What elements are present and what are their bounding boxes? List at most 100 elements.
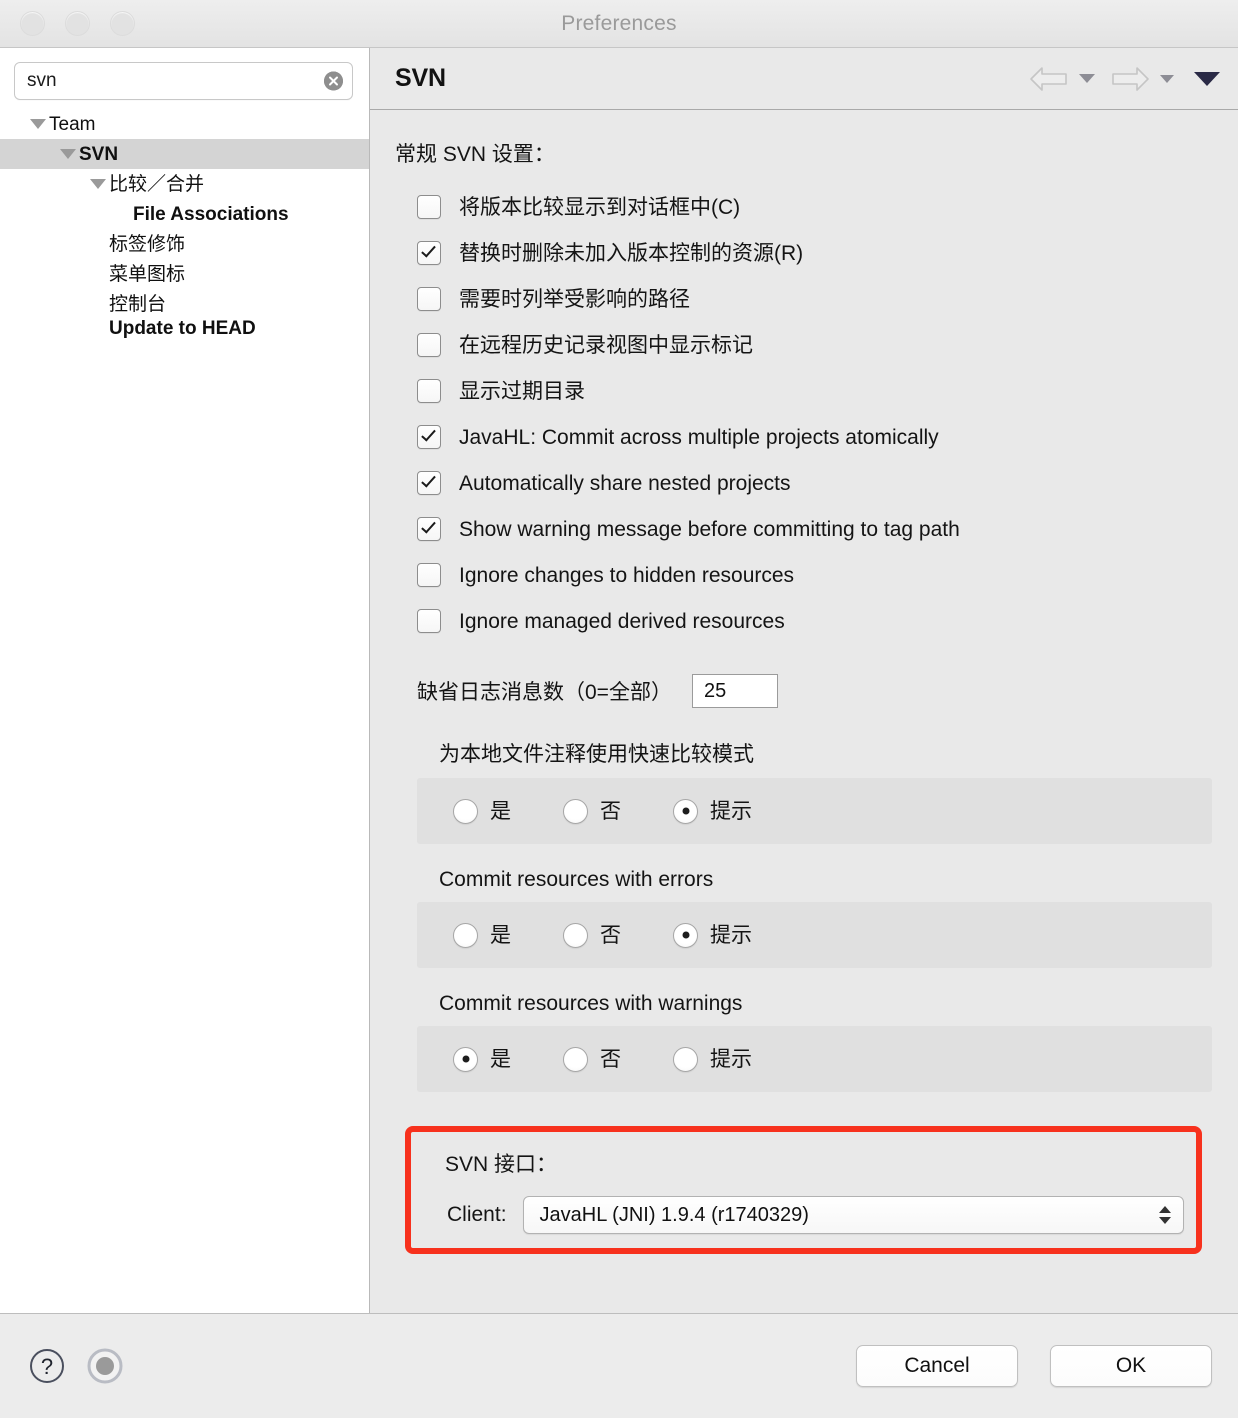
sidebar-tree-item-label: 菜单图标 (109, 263, 186, 285)
radio-option-label: 是 (490, 1047, 511, 1071)
stepper-down-icon[interactable] (1159, 1217, 1171, 1224)
view-menu-chevron-down-icon[interactable] (1194, 71, 1220, 86)
checkbox-row[interactable]: Ignore managed derived resources (395, 598, 1214, 644)
sidebar-tree-item[interactable]: Update to HEAD (0, 319, 369, 345)
cancel-button[interactable]: Cancel (856, 1345, 1018, 1387)
radio-option[interactable]: 否 (563, 1046, 621, 1072)
checkbox-list: 将版本比较显示到对话框中(C) 替换时删除未加入版本控制的资源(R) 需要时列举受影… (395, 184, 1214, 644)
sidebar-tree-item[interactable]: 菜单图标 (0, 259, 369, 289)
radio-unselected-icon[interactable] (453, 922, 478, 948)
checkbox-label: Ignore managed derived resources (459, 609, 785, 633)
radio-group: 为本地文件注释使用快速比较模式是 否 提示 (395, 738, 1214, 844)
radio-option-label: 否 (600, 1047, 621, 1071)
sidebar-tree-item[interactable]: Team (0, 109, 369, 139)
radio-option-label: 提示 (710, 923, 752, 947)
checkbox-row[interactable]: Show warning message before committing t… (395, 506, 1214, 552)
checkbox-checked-icon[interactable] (417, 241, 441, 265)
sidebar-tree-item[interactable]: File Associations (0, 199, 369, 229)
preferences-window: Preferences Team SVN 比较／合并 File Association… (0, 0, 1238, 1418)
radio-group-title: Commit resources with errors (439, 868, 714, 891)
radio-option[interactable]: 否 (563, 922, 621, 948)
radio-option[interactable]: 是 (453, 798, 511, 824)
title-bar: Preferences (0, 0, 1238, 48)
checkbox-unchecked-icon[interactable] (417, 379, 441, 403)
checkbox-row[interactable]: 将版本比较显示到对话框中(C) (395, 184, 1214, 230)
radio-option-label: 提示 (710, 799, 752, 823)
checkbox-row[interactable]: 需要时列举受影响的路径 (395, 276, 1214, 322)
checkbox-checked-icon[interactable] (417, 425, 441, 449)
log-count-input[interactable]: 25 (691, 674, 778, 708)
search-field[interactable] (14, 62, 353, 100)
sidebar-tree-item-label: Team (49, 113, 96, 135)
checkbox-label: Ignore changes to hidden resources (459, 563, 795, 587)
radio-selected-icon[interactable] (673, 922, 698, 948)
checkbox-label: Show warning message before committing t… (459, 517, 960, 541)
stepper-icon[interactable] (1159, 1206, 1171, 1224)
checkbox-label: 显示过期目录 (459, 379, 585, 403)
minimize-button[interactable] (65, 11, 90, 36)
forward-dropdown-icon[interactable] (1160, 74, 1174, 83)
client-select[interactable]: JavaHL (JNI) 1.9.4 (r1740329) (522, 1196, 1184, 1234)
search-input[interactable] (15, 63, 352, 99)
radio-option[interactable]: 否 (563, 798, 621, 824)
client-select-value: JavaHL (JNI) 1.9.4 (r1740329) (539, 1203, 809, 1226)
sidebar-tree-item[interactable]: 标签修饰 (0, 229, 369, 259)
preferences-tree[interactable]: Team SVN 比较／合并 File Associations 标签修饰菜单图标控制台… (0, 109, 369, 345)
checkbox-label: JavaHL: Commit across multiple projects … (459, 425, 939, 449)
sidebar-tree-item[interactable]: SVN (0, 139, 369, 169)
radio-unselected-icon[interactable] (563, 922, 588, 948)
checkbox-row[interactable]: 在远程历史记录视图中显示标记 (395, 322, 1214, 368)
close-button[interactable] (20, 11, 45, 36)
radio-unselected-icon[interactable] (563, 1046, 588, 1072)
checkbox-checked-icon[interactable] (417, 471, 441, 495)
tree-disclosure-triangle-icon[interactable] (60, 149, 76, 159)
stepper-up-icon[interactable] (1159, 1206, 1171, 1213)
checkbox-row[interactable]: JavaHL: Commit across multiple projects … (395, 414, 1214, 460)
zoom-button[interactable] (110, 11, 135, 36)
checkbox-unchecked-icon[interactable] (417, 563, 441, 587)
help-icon[interactable]: ? (28, 1347, 66, 1385)
checkbox-unchecked-icon[interactable] (417, 287, 441, 311)
forward-arrow-icon[interactable] (1109, 65, 1151, 93)
window-title: Preferences (561, 11, 677, 35)
client-row: Client: JavaHL (JNI) 1.9.4 (r1740329) (423, 1190, 1184, 1234)
radio-group: Commit resources with errors 是 否 提示 (395, 868, 1214, 968)
checkbox-unchecked-icon[interactable] (417, 609, 441, 633)
checkbox-label: 需要时列举受影响的路径 (459, 287, 690, 311)
radio-option[interactable]: 提示 (673, 922, 752, 948)
checkbox-checked-icon[interactable] (417, 517, 441, 541)
radio-option-label: 提示 (710, 1047, 752, 1071)
content-header: SVN (370, 48, 1238, 110)
tree-disclosure-triangle-icon[interactable] (30, 119, 46, 129)
sidebar-tree-item[interactable]: 比较／合并 (0, 169, 369, 199)
radio-unselected-icon[interactable] (453, 798, 478, 824)
radio-group-panel: 是 否 提示 (417, 778, 1212, 844)
radio-selected-icon[interactable] (673, 798, 698, 824)
record-icon[interactable] (86, 1347, 124, 1385)
radio-option[interactable]: 是 (453, 1046, 511, 1072)
radio-unselected-icon[interactable] (673, 1046, 698, 1072)
tree-disclosure-triangle-icon[interactable] (90, 179, 106, 189)
radio-group-panel: 是 否 提示 (417, 902, 1212, 968)
client-label: Client: (447, 1203, 507, 1226)
radio-option[interactable]: 提示 (673, 798, 752, 824)
back-dropdown-icon[interactable] (1079, 74, 1095, 83)
checkbox-unchecked-icon[interactable] (417, 333, 441, 357)
checkbox-unchecked-icon[interactable] (417, 195, 441, 219)
page-title: SVN (395, 64, 446, 92)
back-arrow-icon[interactable] (1028, 65, 1070, 93)
checkbox-row[interactable]: 显示过期目录 (395, 368, 1214, 414)
sidebar-tree-item-label: File Associations (133, 203, 289, 225)
sidebar-tree-item[interactable]: 控制台 (0, 289, 369, 319)
checkbox-row[interactable]: Automatically share nested projects (395, 460, 1214, 506)
sidebar-tree-item-label: 控制台 (109, 293, 167, 315)
ok-button[interactable]: OK (1050, 1345, 1212, 1387)
radio-selected-icon[interactable] (453, 1046, 478, 1072)
preferences-content: SVN 常规 SVN 设置： 将版本比较显示到对话框中(C) 替换时删除未加入版… (370, 48, 1238, 1313)
radio-unselected-icon[interactable] (563, 798, 588, 824)
radio-option[interactable]: 是 (453, 922, 511, 948)
checkbox-row[interactable]: Ignore changes to hidden resources (395, 552, 1214, 598)
checkbox-row[interactable]: 替换时删除未加入版本控制的资源(R) (395, 230, 1214, 276)
radio-option[interactable]: 提示 (673, 1046, 752, 1072)
clear-search-icon[interactable] (324, 71, 343, 91)
